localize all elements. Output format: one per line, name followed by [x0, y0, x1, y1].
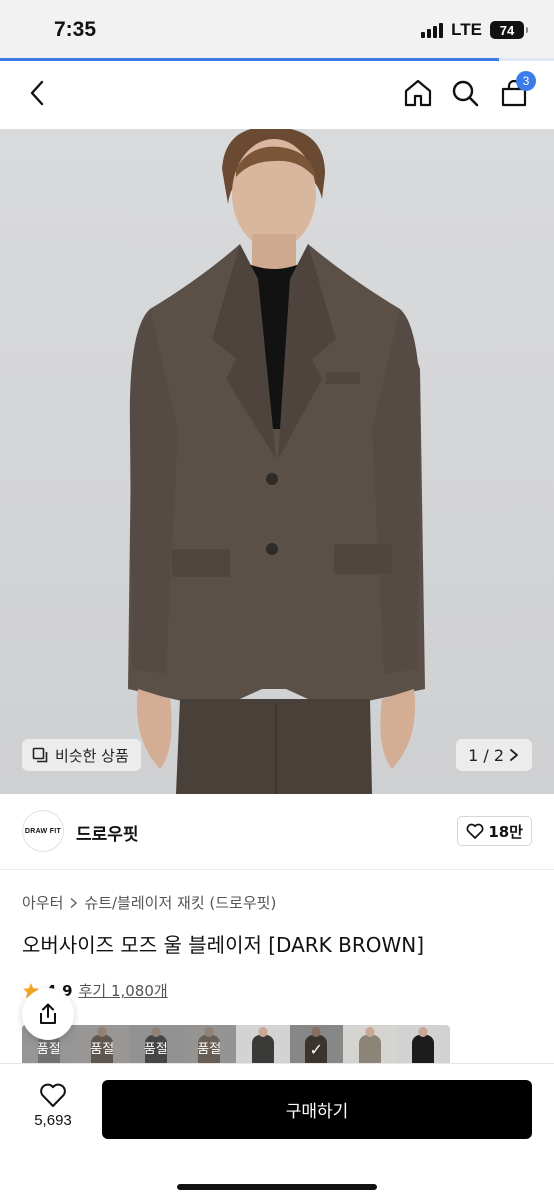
color-swatch[interactable] [343, 1025, 397, 1063]
battery-icon: 74 [490, 21, 528, 39]
back-button[interactable] [18, 73, 58, 113]
color-swatch[interactable]: 품절 [75, 1025, 129, 1063]
network-label: LTE [451, 20, 482, 39]
home-indicator [177, 1184, 377, 1190]
brand-logo-text: DRAW FIT [24, 827, 62, 835]
heart-icon [40, 1083, 66, 1107]
wishlist-button[interactable]: 5,693 [22, 1082, 84, 1142]
home-icon [404, 79, 432, 107]
sold-out-label: 품절 [36, 1042, 61, 1057]
layers-icon [32, 747, 48, 762]
swatch-figure [412, 1035, 435, 1063]
sold-out-label: 품절 [90, 1042, 115, 1057]
home-button[interactable] [398, 73, 438, 113]
image-page-label: 1 / 2 [468, 745, 504, 765]
product-photo [128, 129, 425, 794]
share-icon [40, 1003, 56, 1024]
swatch-figure-head [418, 1027, 428, 1037]
sold-out-label: 품절 [197, 1042, 222, 1057]
swatch-figure-head [258, 1027, 268, 1037]
product-title: 오버사이즈 모즈 울 블레이저 [DARK BROWN] [22, 933, 425, 957]
brand-like-button[interactable]: 18만 [457, 816, 532, 846]
status-bar: 7:35 LTE 74 [0, 0, 554, 60]
chevron-left-icon [30, 80, 44, 106]
status-time: 7:35 [54, 18, 97, 41]
check-icon: ✓ [309, 1040, 323, 1059]
chevron-right-icon [70, 897, 78, 908]
signal-icon [421, 22, 444, 38]
swatch-figure [251, 1035, 274, 1063]
wishlist-count: 5,693 [34, 1112, 72, 1129]
color-swatch[interactable] [236, 1025, 290, 1063]
breadcrumb-item[interactable]: 아우터 [22, 892, 63, 913]
search-icon [452, 80, 479, 107]
share-button[interactable] [22, 988, 74, 1040]
chevron-right-icon [510, 749, 518, 761]
cart-count-badge: 3 [516, 71, 536, 91]
color-swatch[interactable] [396, 1025, 450, 1063]
brand-logo[interactable]: DRAW FIT [22, 810, 64, 852]
similar-products-label: 비슷한 상품 [55, 746, 129, 765]
color-swatch[interactable]: 품절 [129, 1025, 183, 1063]
breadcrumb: 아우터 슈트/블레이저 재킷 (드로우핏) [22, 892, 276, 913]
status-indicators: LTE 74 [421, 20, 528, 40]
search-button[interactable] [445, 73, 485, 113]
cart-button[interactable]: 3 [494, 71, 536, 113]
brand-like-count: 18만 [488, 822, 523, 841]
swatch-figure [358, 1035, 381, 1063]
brand-row: DRAW FIT 드로우핏 18만 [0, 794, 554, 870]
breadcrumb-item[interactable]: 슈트/블레이저 재킷 (드로우핏) [84, 892, 276, 913]
purchase-bar: 5,693 구매하기 [0, 1063, 554, 1200]
top-nav: 3 [0, 61, 554, 129]
color-options: 품절 품절 품절 품절 ✓ [22, 1025, 450, 1063]
swatch-figure-head [365, 1027, 375, 1037]
heart-icon [466, 823, 484, 839]
similar-products-button[interactable]: 비슷한 상품 [22, 739, 141, 771]
color-swatch[interactable]: 품절 [182, 1025, 236, 1063]
color-swatch[interactable]: ✓ [289, 1025, 343, 1063]
sold-out-label: 품절 [143, 1042, 168, 1057]
review-count-link[interactable]: 후기 1,080개 [79, 980, 168, 1001]
buy-button[interactable]: 구매하기 [102, 1080, 532, 1139]
image-page-indicator[interactable]: 1 / 2 [456, 739, 532, 771]
product-image-carousel[interactable]: 비슷한 상품 1 / 2 [0, 129, 554, 794]
brand-name[interactable]: 드로우핏 [76, 820, 139, 845]
